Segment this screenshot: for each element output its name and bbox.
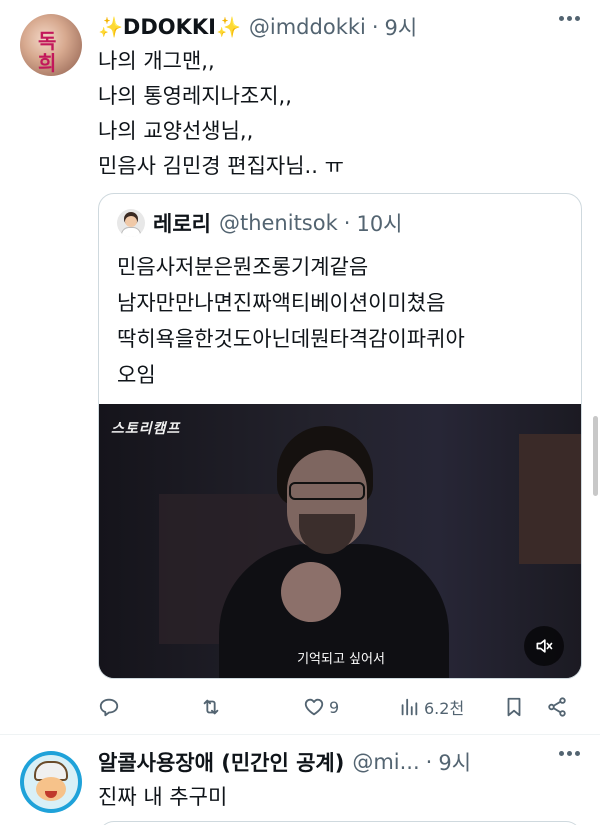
tweet-line: 나의 개그맨,, (98, 49, 215, 73)
quoted-tweet[interactable] (98, 821, 582, 825)
timestamp[interactable]: 9시 (438, 747, 471, 777)
avatar-text: 독 희 (38, 29, 57, 75)
bookmark-icon (507, 697, 521, 717)
quoted-line: 남자만만나면진짜액티베이션이미쳤음 (117, 291, 446, 315)
action-bar: 9 6.2천 (98, 690, 578, 724)
tweet[interactable]: 독 희 ✨ DDOKKI ✨ @imddokki · 9시 나의 개그맨,, 나… (0, 0, 600, 735)
video-player[interactable]: 스토리캠프 기억되고 싶어서 (99, 404, 581, 678)
tweet-header: 알콜사용장애 (민간인 공계) @mi... · 9시 (98, 745, 538, 779)
views-count: 6.2천 (424, 699, 465, 718)
share-button[interactable] (546, 690, 568, 724)
quoted-tweet-header: 레로리 @thenitsok · 10시 (117, 208, 403, 238)
quoted-display-name[interactable]: 레로리 (153, 208, 211, 238)
video-subtitle: 기억되고 싶어서 (297, 652, 385, 667)
like-count: 9 (329, 697, 340, 717)
separator-dot: · (425, 750, 433, 774)
views-chart-icon (401, 698, 418, 716)
tweet-line: 나의 교양선생님,, (98, 119, 254, 143)
speaker-muted-icon[interactable] (524, 626, 564, 666)
tweet-line: 민음사 김민경 편집자님.. ㅠ (98, 154, 344, 178)
quoted-user-handle[interactable]: @thenitsok (219, 211, 338, 235)
like-button[interactable]: 9 (303, 690, 339, 724)
user-handle[interactable]: @mi... (352, 750, 419, 774)
quoted-timestamp[interactable]: 10시 (356, 208, 402, 238)
heart-icon (304, 698, 324, 716)
tweet[interactable]: 알콜사용장애 (민간인 공계) @mi... · 9시 진짜 내 추구미 (0, 735, 600, 825)
timestamp[interactable]: 9시 (385, 12, 418, 42)
avatar[interactable] (20, 751, 82, 813)
avatar[interactable]: 독 희 (20, 14, 82, 76)
share-icon (548, 697, 566, 717)
quoted-line: 오임 (117, 363, 156, 387)
reply-icon (99, 698, 119, 717)
video-logo: 스토리캠프 (111, 421, 181, 437)
quoted-avatar[interactable] (117, 209, 145, 237)
retweet-button[interactable] (200, 690, 222, 724)
display-name[interactable]: DDOKKI (123, 15, 216, 39)
sparkle-emoji: ✨ (98, 15, 123, 39)
quoted-tweet-text: 민음사저분은뭔조롱기계같음 남자만만나면진짜액티베이션이미쳤음 딱히욕을한것도아… (117, 249, 567, 393)
scrollbar[interactable] (593, 416, 598, 496)
user-handle[interactable]: @imddokki (249, 15, 366, 39)
reply-button[interactable] (98, 690, 120, 724)
tweet-header: ✨ DDOKKI ✨ @imddokki · 9시 (98, 10, 417, 44)
tweet-text: 진짜 내 추구미 (98, 785, 228, 809)
separator-dot: · (343, 211, 351, 235)
display-name[interactable]: 알콜사용장애 (민간인 공계) (98, 747, 344, 777)
more-options-icon[interactable] (559, 751, 580, 756)
separator-dot: · (371, 15, 379, 39)
more-options-icon[interactable] (559, 16, 580, 21)
bookmark-button[interactable] (503, 690, 525, 724)
retweet-icon (203, 699, 219, 715)
tweet-line: 나의 통영레지나조지,, (98, 84, 292, 108)
tweet-text: 나의 개그맨,, 나의 통영레지나조지,, 나의 교양선생님,, 민음사 김민경… (98, 44, 344, 184)
sparkle-emoji: ✨ (215, 15, 241, 39)
quoted-tweet[interactable]: 레로리 @thenitsok · 10시 민음사저분은뭔조롱기계같음 남자만만나… (98, 193, 582, 679)
quoted-line: 딱히욕을한것도아닌데뭔타격감이파퀴아 (117, 327, 465, 351)
quoted-line: 민음사저분은뭔조롱기계같음 (117, 255, 369, 279)
views-button[interactable]: 6.2천 (398, 690, 464, 724)
